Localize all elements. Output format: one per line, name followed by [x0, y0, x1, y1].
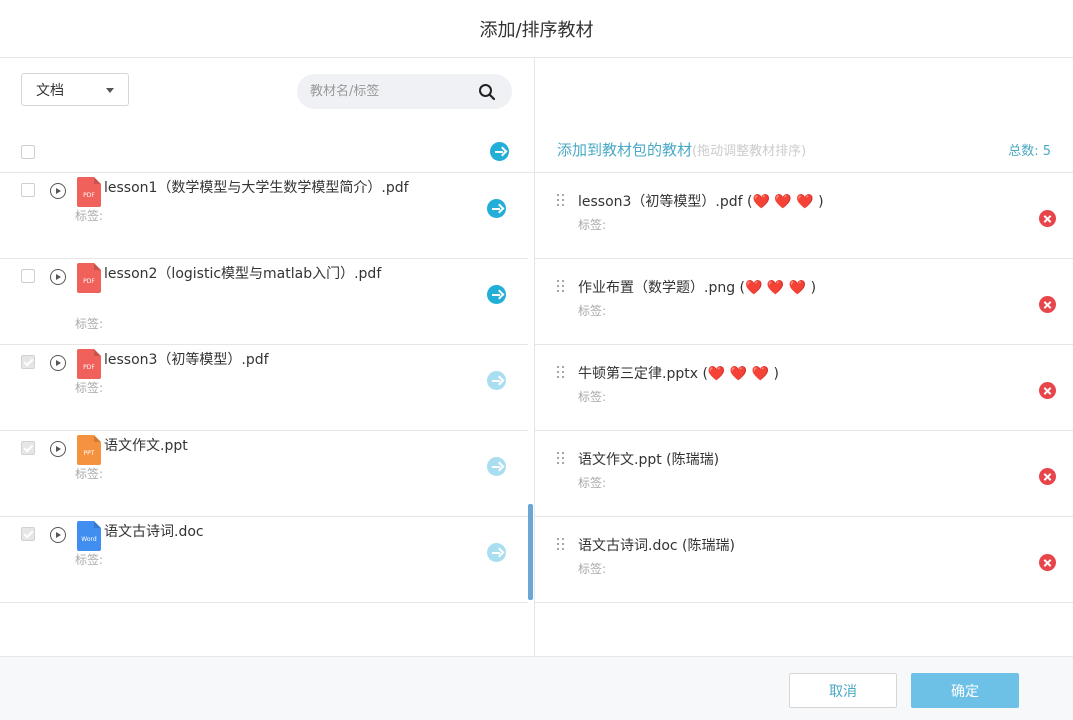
confirm-button[interactable]: 确定 — [911, 673, 1019, 708]
material-tag: 标签: — [75, 467, 104, 481]
doc-file-icon: Word — [77, 521, 101, 551]
material-row[interactable]: PPT 语文作文.ppt 标签: — [0, 431, 528, 517]
package-item-name: 作业布置（数学题）.png (❤️ ❤️ ❤️ ) — [578, 280, 817, 296]
file-type-label: PDF — [83, 364, 95, 371]
file-type-label: PPT — [83, 450, 95, 457]
add-all-arrow-icon[interactable] — [490, 142, 509, 161]
select-all-checkbox[interactable] — [21, 145, 35, 159]
material-row[interactable]: PDF lesson2（logistic模型与matlab入门）.pdf 标签: — [0, 259, 528, 345]
file-type-label: Word — [81, 536, 97, 543]
add-arrow-icon[interactable] — [487, 285, 506, 304]
material-row[interactable]: Word 语文古诗词.doc 标签: — [0, 517, 528, 603]
ppt-file-icon: PPT — [77, 435, 101, 465]
play-icon[interactable] — [50, 527, 66, 543]
remove-icon[interactable] — [1039, 468, 1056, 485]
material-tag: 标签: — [75, 317, 104, 331]
material-row[interactable]: PDF lesson1（数学模型与大学生数学模型简介）.pdf 标签: — [0, 173, 528, 259]
total-label: 总数: — [1008, 144, 1039, 159]
add-arrow-icon[interactable] — [487, 457, 506, 476]
material-row[interactable]: PDF lesson3（初等模型）.pdf 标签: — [0, 345, 528, 431]
pdf-file-icon: PDF — [77, 263, 101, 293]
pdf-file-icon: PDF — [77, 177, 101, 207]
search-box — [297, 74, 512, 109]
package-row[interactable]: 语文作文.ppt (陈瑞瑞) 标签: — [535, 431, 1073, 517]
material-name: lesson2（logistic模型与matlab入门）.pdf — [104, 266, 382, 282]
material-name: 语文古诗词.doc — [104, 524, 204, 540]
play-icon[interactable] — [50, 355, 66, 371]
package-item-name: 牛顿第三定律.pptx (❤️ ❤️ ❤️ ) — [578, 366, 780, 382]
material-name: lesson3（初等模型）.pdf — [104, 352, 269, 368]
drag-handle-icon[interactable] — [557, 194, 565, 208]
remove-icon[interactable] — [1039, 382, 1056, 399]
drag-handle-icon[interactable] — [557, 538, 565, 552]
remove-icon[interactable] — [1039, 554, 1056, 571]
remove-icon[interactable] — [1039, 296, 1056, 313]
type-filter-value: 文档 — [36, 82, 64, 99]
package-materials-panel: 添加到教材包的教材(拖动调整教材排序) 总数: 5 lesson3（初等模型）.… — [535, 58, 1073, 656]
available-materials-panel: 文档 PDFlesson1（数学模型与大学生数学模型简介）.pdf标签:PDFl… — [0, 58, 535, 656]
package-header: 添加到教材包的教材(拖动调整教材排序) 总数: 5 — [535, 133, 1073, 173]
row-checkbox[interactable] — [21, 441, 35, 455]
row-checkbox[interactable] — [21, 355, 35, 369]
package-item-tag: 标签: — [578, 562, 607, 576]
material-name: 语文作文.ppt — [104, 438, 188, 454]
search-input[interactable] — [310, 84, 470, 99]
play-icon[interactable] — [50, 441, 66, 457]
dialog-footer: 取消 确定 — [0, 656, 1073, 720]
row-checkbox[interactable] — [21, 183, 35, 197]
cancel-button[interactable]: 取消 — [789, 673, 897, 708]
type-filter-select[interactable]: 文档 — [21, 73, 129, 106]
package-hint: (拖动调整教材排序) — [692, 144, 807, 159]
drag-handle-icon[interactable] — [557, 452, 565, 466]
material-tag: 标签: — [75, 553, 104, 567]
package-item-name: lesson3（初等模型）.pdf (❤️ ❤️ ❤️ ) — [578, 194, 824, 210]
material-tag: 标签: — [75, 209, 104, 223]
add-arrow-icon[interactable] — [487, 543, 506, 562]
pdf-file-icon: PDF — [77, 349, 101, 379]
package-row[interactable]: 作业布置（数学题）.png (❤️ ❤️ ❤️ ) 标签: — [535, 259, 1073, 345]
play-icon[interactable] — [50, 183, 66, 199]
search-icon[interactable] — [478, 83, 496, 101]
package-row[interactable]: lesson3（初等模型）.pdf (❤️ ❤️ ❤️ ) 标签: — [535, 173, 1073, 259]
total-value: 5 — [1042, 144, 1051, 159]
add-arrow-icon[interactable] — [487, 371, 506, 390]
remove-icon[interactable] — [1039, 210, 1056, 227]
drag-handle-icon[interactable] — [557, 366, 565, 380]
dialog-header: 添加/排序教材 — [0, 0, 1073, 58]
package-title: 添加到教材包的教材 — [557, 141, 693, 159]
file-type-label: PDF — [83, 278, 95, 285]
dialog-title: 添加/排序教材 — [479, 19, 594, 41]
package-item-name: 语文作文.ppt (陈瑞瑞) — [578, 452, 720, 468]
drag-handle-icon[interactable] — [557, 280, 565, 294]
scrollbar-thumb[interactable] — [528, 504, 533, 600]
file-type-label: PDF — [83, 192, 95, 199]
add-arrow-icon[interactable] — [487, 199, 506, 218]
list-header — [0, 133, 534, 173]
package-title-wrap: 添加到教材包的教材(拖动调整教材排序) — [557, 139, 806, 160]
total-count: 总数: 5 — [1008, 140, 1051, 159]
material-tag: 标签: — [75, 381, 104, 395]
package-item-tag: 标签: — [578, 390, 607, 404]
row-checkbox[interactable] — [21, 527, 35, 541]
play-icon[interactable] — [50, 269, 66, 285]
package-row[interactable]: 牛顿第三定律.pptx (❤️ ❤️ ❤️ ) 标签: — [535, 345, 1073, 431]
row-checkbox[interactable] — [21, 269, 35, 283]
package-item-tag: 标签: — [578, 476, 607, 490]
package-item-tag: 标签: — [578, 218, 607, 232]
package-item-tag: 标签: — [578, 304, 607, 318]
package-item-name: 语文古诗词.doc (陈瑞瑞) — [578, 538, 735, 554]
package-row[interactable]: 语文古诗词.doc (陈瑞瑞) 标签: — [535, 517, 1073, 603]
material-name: lesson1（数学模型与大学生数学模型简介）.pdf — [104, 180, 409, 196]
chevron-down-icon — [106, 88, 114, 93]
